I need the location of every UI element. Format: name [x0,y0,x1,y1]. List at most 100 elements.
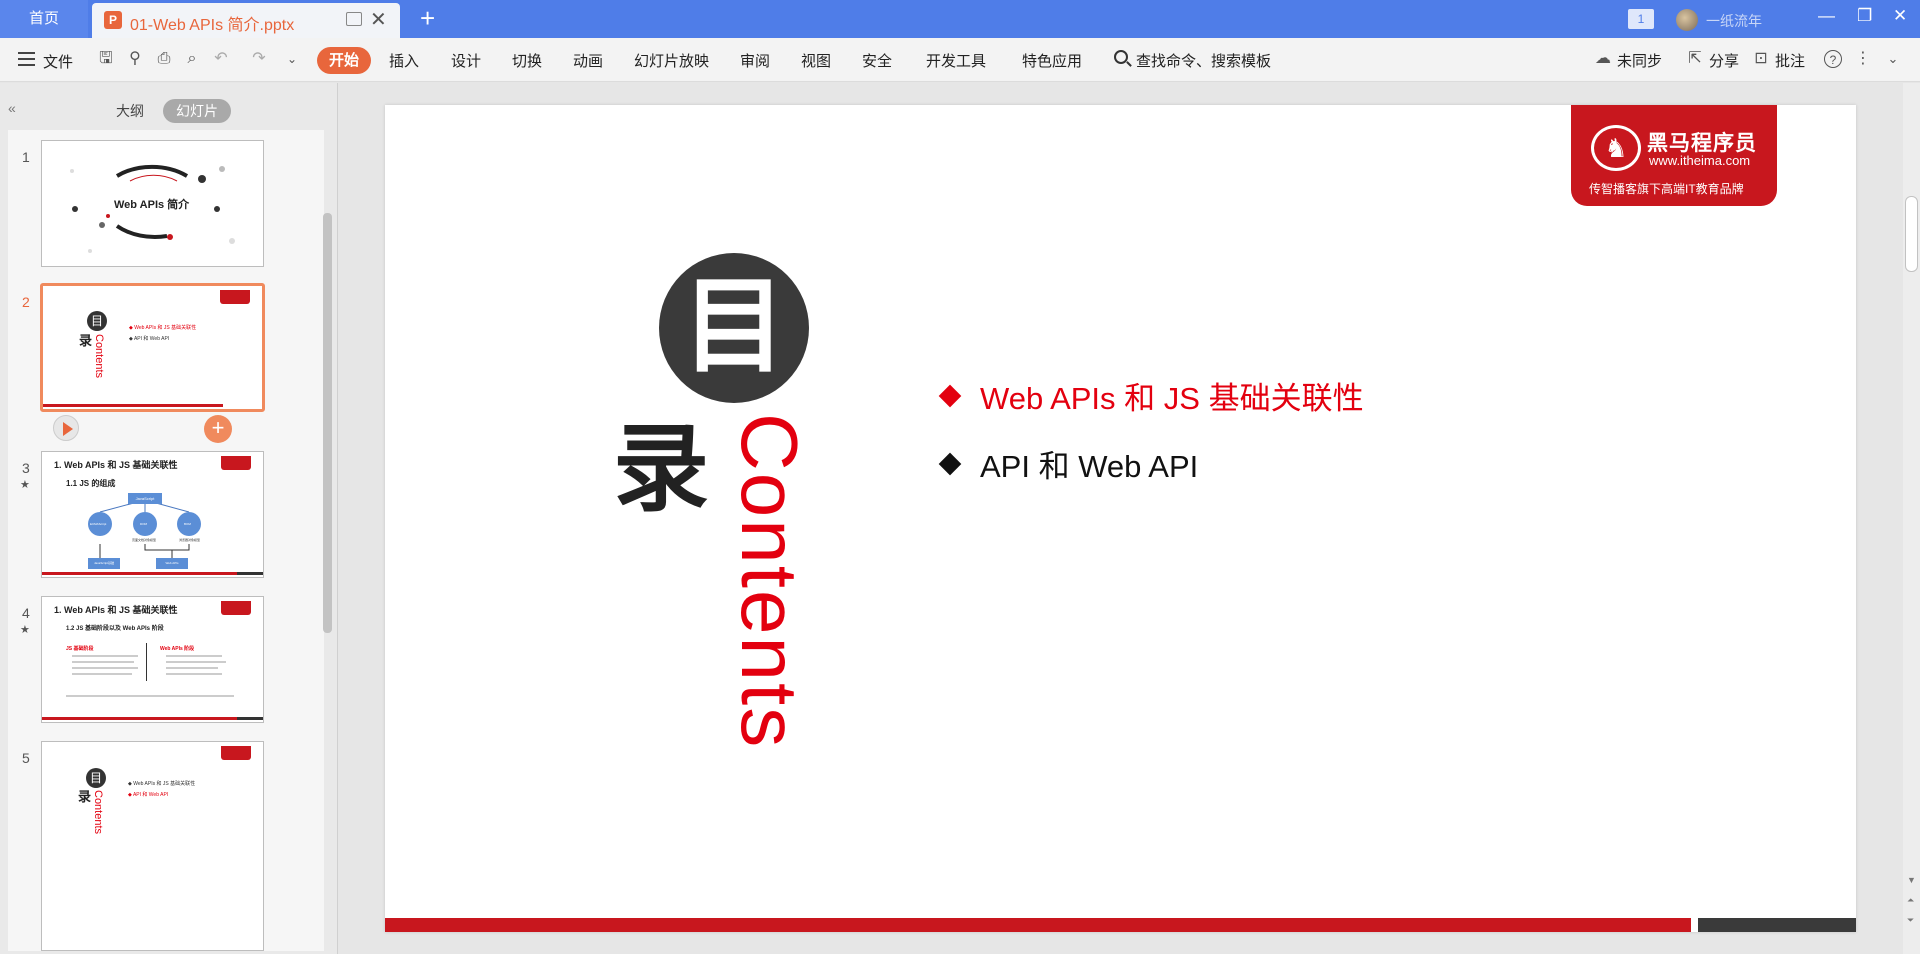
thumb4-lines [66,655,234,697]
print-preview-icon[interactable]: ⌕ [183,50,201,68]
add-slide-icon[interactable]: + [204,415,232,443]
avatar[interactable] [1676,9,1698,31]
share-icon[interactable]: ⇱ [1686,50,1704,68]
file-menu[interactable]: 文件 [43,51,73,72]
tab-developer[interactable]: 开发工具 [926,50,986,71]
thumb1-title: Web APIs 简介 [114,199,190,211]
vertical-scrollbar[interactable]: ▼ ⏶ ⏷ [1903,83,1920,954]
footer-bar-dark [1698,918,1856,932]
diamond-bullet-icon [938,384,962,408]
thumb-bar [43,404,223,407]
ribbon-toolbar: 文件 🖫 ⚲ ⎙ ⌕ ↶ ↷ ⌄ 开始 插入 设计 切换 动画 幻灯片放映 审阅… [0,38,1920,82]
search-icon[interactable] [1114,50,1128,64]
toc-item-2-text: API 和 Web API [980,449,1199,484]
thumb-logo [221,746,251,760]
thumb5-item1: Web APIs 和 JS 基础关联性 [133,781,196,787]
scroll-down-icon[interactable]: ▼ [1907,875,1916,885]
tab-slides[interactable]: 幻灯片 [163,99,231,123]
thumb2-item1: Web APIs 和 JS 基础关联性 [134,325,197,331]
collapse-icon[interactable]: « [8,100,16,116]
format-painter-icon[interactable]: ⚲ [126,50,144,68]
monitor-icon[interactable] [346,12,362,26]
slide-thumbnail-4[interactable]: 1. Web APIs 和 JS 基础关联性 1.2 JS 基础阶段以及 Web… [41,596,264,723]
collapse-ribbon-icon[interactable]: ⌄ [1884,50,1902,68]
thumb-bar-dark [237,717,263,720]
print-icon[interactable]: ⎙ [155,50,173,68]
tab-animation[interactable]: 动画 [573,50,603,71]
tab-outline[interactable]: 大纲 [110,99,150,123]
prev-page-icon[interactable]: ⏶ [1907,895,1914,906]
current-slide[interactable]: ♞ 黑马程序员 www.itheima.com 传智播客旗下高端IT教育品牌 目… [385,105,1856,932]
tab-home[interactable]: 开始 [317,47,371,74]
thumb3-note2: 浏览器对象模型 [179,538,201,542]
command-search[interactable]: 查找命令、搜索模板 [1136,50,1271,71]
window-close-icon[interactable]: ✕ [1893,6,1907,26]
diamond-bullet-icon [938,452,962,476]
thumb3-box-left: JavaScript基础 [88,558,120,569]
thumb-logo [220,290,250,304]
more-icon[interactable]: ⋮ [1854,50,1872,68]
toc-item-2[interactable]: API 和 Web API [938,441,1199,486]
slide-thumbnail-3[interactable]: 1. Web APIs 和 JS 基础关联性 1.1 JS 的组成 JavaSc… [41,451,264,578]
next-page-icon[interactable]: ⏷ [1907,915,1914,926]
thumb-bar-dark [237,572,263,575]
new-tab-plus-icon[interactable]: + [420,3,435,34]
hamburger-menu-icon[interactable] [18,52,35,66]
slide-thumbnail-2[interactable]: 目 录 Contents ◆ Web APIs 和 JS 基础关联性 ◆ API… [40,283,265,412]
title-bar: 首页 P 01-Web APIs 简介.pptx ✕ + 1 一纸流年 — ❐ … [0,0,1920,38]
toc-item-1[interactable]: Web APIs 和 JS 基础关联性 [938,373,1364,418]
tab-security[interactable]: 安全 [862,50,892,71]
cloud-sync-icon[interactable]: ☁ [1594,50,1612,68]
redo-icon[interactable]: ↷ [250,50,268,68]
undo-icon[interactable]: ↶ [212,50,230,68]
toc-lu-char[interactable]: 录 [613,391,709,530]
comment-icon[interactable]: ⊡ [1752,50,1770,68]
contents-vertical-text[interactable]: Contents [723,413,815,749]
slide-thumbnail-panel: « 大纲 幻灯片 1 Web APIs 简介 2 目 录 Contents ◆ … [0,83,338,954]
save-icon[interactable]: 🖫 [97,50,115,68]
minimize-icon[interactable]: — [1818,6,1835,26]
brand-logo: ♞ 黑马程序员 www.itheima.com 传智播客旗下高端IT教育品牌 [1571,105,1777,206]
tab-review[interactable]: 审阅 [740,50,770,71]
logo-url: www.itheima.com [1649,153,1751,168]
thumb5-mu: 目 [86,768,106,788]
thumbnail-list[interactable]: 1 Web APIs 简介 2 目 录 Contents ◆ Web APIs … [8,130,324,951]
tab-special[interactable]: 特色应用 [1022,50,1082,71]
toc-item-1-text: Web APIs 和 JS 基础关联性 [980,381,1364,416]
logo-slogan: 传智播客旗下高端IT教育品牌 [1589,182,1744,196]
toc-mu-circle[interactable]: 目 [659,253,809,403]
help-icon[interactable]: ? [1824,50,1842,68]
slide-thumbnail-5[interactable]: 目 录 Contents ◆ Web APIs 和 JS 基础关联性 ◆ API… [41,741,264,951]
slide-thumbnail-1[interactable]: Web APIs 简介 [41,140,264,267]
thumb3-circle1: ECMAScript [90,522,107,526]
document-tab[interactable]: P 01-Web APIs 简介.pptx ✕ [92,3,400,38]
tab-design[interactable]: 设计 [451,50,481,71]
sync-status[interactable]: 未同步 [1617,50,1662,71]
thumb2-lu: 录 [79,333,93,348]
thumb-bar [42,717,237,720]
restore-icon[interactable]: ❐ [1857,6,1872,26]
user-name[interactable]: 一纸流年 [1706,11,1762,31]
scrollbar-thumb[interactable] [1905,196,1918,272]
slide-editor-canvas[interactable]: ♞ 黑马程序员 www.itheima.com 传智播客旗下高端IT教育品牌 目… [339,83,1902,954]
tab-view[interactable]: 视图 [801,50,831,71]
tab-slideshow[interactable]: 幻灯片放映 [634,50,709,71]
comment-button[interactable]: 批注 [1775,50,1805,71]
chevron-down-icon[interactable]: ⌄ [283,50,301,68]
footer-bar-red [385,918,1691,932]
home-tab[interactable]: 首页 [0,0,88,38]
play-icon[interactable] [53,415,79,441]
thumb5-item2: API 和 Web API [132,792,169,798]
document-tab-title: 01-Web APIs 简介.pptx [130,17,295,34]
thumb3-note1: 页面文档对象模型 [132,538,157,542]
thumb3-box-right: Web APIs [156,558,188,569]
tab-insert[interactable]: 插入 [389,50,419,71]
thumb5-lu: 录 [78,789,92,804]
thumb3-circle2: DOM [140,522,147,526]
close-icon[interactable]: ✕ [370,7,387,32]
ppt-file-icon: P [104,11,122,29]
thumb3-diagram [88,499,201,558]
share-button[interactable]: 分享 [1709,50,1739,71]
tab-transition[interactable]: 切换 [512,50,542,71]
thumbnail-scrollbar[interactable] [323,213,332,633]
